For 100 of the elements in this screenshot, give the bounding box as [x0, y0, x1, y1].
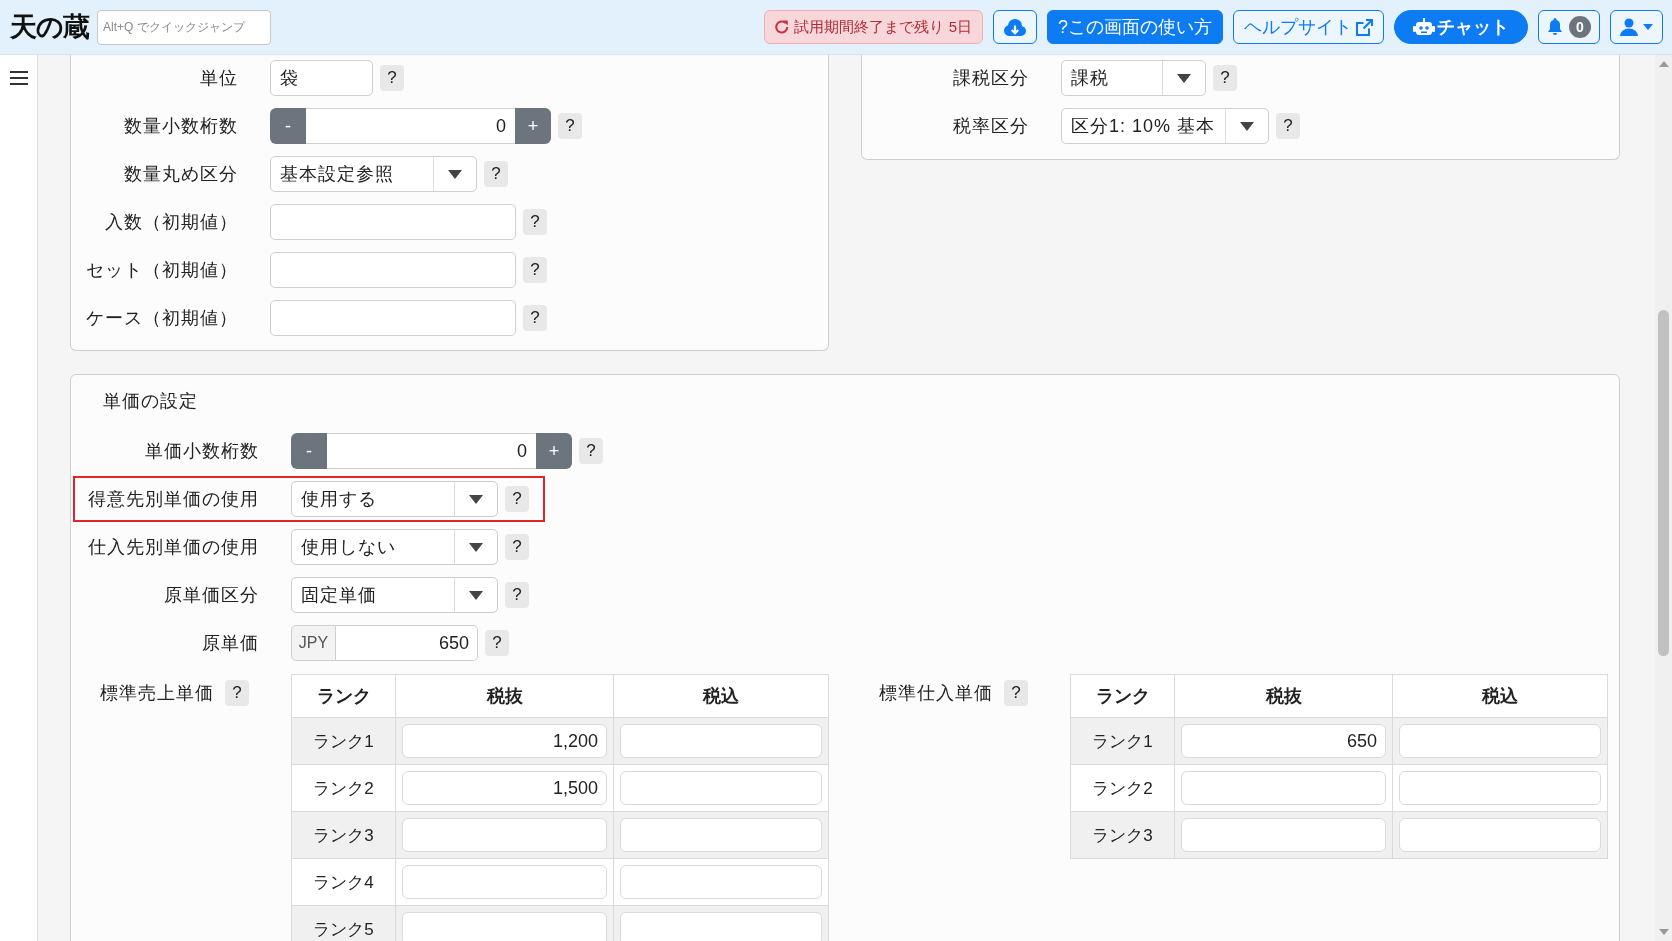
download-button[interactable]: [993, 10, 1037, 44]
caret-icon: [448, 169, 462, 179]
price-input[interactable]: [620, 865, 822, 899]
guide-button[interactable]: ?この画面の使い方: [1047, 10, 1223, 44]
menu-icon[interactable]: [9, 71, 28, 85]
increment-button[interactable]: +: [536, 433, 572, 469]
column-header: 税込: [1392, 674, 1608, 718]
price-input[interactable]: 1,500: [402, 771, 607, 805]
caret-icon: [1240, 121, 1254, 131]
logo: 天の蔵: [10, 10, 89, 44]
price-input[interactable]: 1,200: [402, 724, 607, 758]
account-button[interactable]: [1610, 10, 1663, 44]
user-icon: [1620, 18, 1638, 36]
decrement-button[interactable]: -: [270, 108, 306, 144]
table-cell: ランク4: [291, 858, 396, 906]
table-cell: ランク2: [1070, 764, 1175, 812]
decrement-button[interactable]: -: [291, 433, 327, 469]
help-button[interactable]: ?: [505, 534, 529, 560]
select-field[interactable]: 基本設定参照: [270, 156, 477, 192]
field-label: 税率区分: [952, 115, 1029, 138]
help-button[interactable]: ?: [1276, 113, 1300, 139]
table-cell: ランク3: [291, 811, 396, 859]
help-button[interactable]: ?: [485, 630, 509, 656]
field-label: 数量丸め区分: [123, 163, 238, 186]
field-label: 単価小数桁数: [144, 440, 259, 463]
table-cell: ランク2: [291, 764, 396, 812]
price-input[interactable]: [1181, 771, 1386, 805]
scroll-down-icon[interactable]: [1658, 929, 1669, 935]
help-button[interactable]: ?: [579, 438, 603, 464]
price-input[interactable]: [402, 818, 607, 852]
help-button[interactable]: ?: [1213, 65, 1237, 91]
price-input[interactable]: [1399, 771, 1601, 805]
notification-count: 0: [1569, 16, 1591, 38]
help-button[interactable]: ?: [225, 680, 249, 706]
field-label: ケース（初期値）: [85, 307, 238, 330]
price-input[interactable]: [1399, 818, 1601, 852]
select-field[interactable]: 区分1: 10% 基本: [1061, 108, 1269, 144]
select-field[interactable]: 課税: [1061, 60, 1206, 96]
notifications-button[interactable]: 0: [1538, 10, 1600, 44]
trial-notice-text: 試用期間終了まで残り 5日: [794, 17, 972, 37]
table-cell: ランク1: [291, 717, 396, 765]
cloud-download-icon: [1004, 18, 1026, 36]
price-input[interactable]: [1181, 818, 1386, 852]
field-label: 単位: [199, 67, 238, 90]
caret-icon: [469, 542, 483, 552]
help-button[interactable]: ?: [505, 582, 529, 608]
price-input[interactable]: [620, 771, 822, 805]
column-header: ランク: [1070, 674, 1175, 718]
chat-button[interactable]: チャット: [1394, 10, 1528, 44]
external-link-icon: [1356, 18, 1373, 36]
number-field[interactable]: 0: [306, 108, 515, 144]
help-button[interactable]: ?: [558, 113, 582, 139]
number-field[interactable]: 0: [327, 433, 536, 469]
text-field[interactable]: [270, 204, 516, 240]
field-label: セット（初期値）: [85, 259, 238, 282]
help-button[interactable]: ?: [484, 161, 508, 187]
price-input[interactable]: [620, 912, 822, 941]
help-button[interactable]: ?: [523, 209, 547, 235]
select-field[interactable]: 固定単価: [291, 577, 498, 613]
select-field[interactable]: 使用しない: [291, 529, 498, 565]
caret-icon: [469, 494, 483, 504]
search-field[interactable]: Alt+Q でクイックジャンプ: [97, 9, 271, 45]
column-header: 税抜: [395, 674, 614, 718]
increment-button[interactable]: +: [515, 108, 551, 144]
text-field[interactable]: [270, 252, 516, 288]
price-field[interactable]: 650: [336, 625, 478, 661]
column-header: 税抜: [1174, 674, 1393, 718]
field-label: 原単価区分: [163, 584, 259, 607]
help-button[interactable]: ?: [380, 65, 404, 91]
price-input[interactable]: [620, 724, 822, 758]
table-cell: ランク1: [1070, 717, 1175, 765]
field-label: 課税区分: [952, 67, 1029, 90]
field-label: 数量小数桁数: [123, 115, 238, 138]
text-field[interactable]: [270, 300, 516, 336]
price-input[interactable]: [1399, 724, 1601, 758]
scroll-up-icon[interactable]: [1658, 61, 1669, 67]
help-button[interactable]: ?: [1004, 680, 1028, 706]
field-label: 入数（初期値）: [104, 211, 238, 234]
scrollbar-thumb[interactable]: [1658, 310, 1669, 656]
field-label: 得意先別単価の使用: [87, 488, 259, 511]
help-site-button[interactable]: ヘルプサイト: [1233, 10, 1384, 44]
section-title: 単価の設定: [102, 390, 199, 413]
price-input[interactable]: [402, 912, 607, 941]
robot-icon: [1413, 18, 1435, 36]
bell-icon: [1547, 18, 1563, 36]
help-button[interactable]: ?: [505, 486, 529, 512]
text-field[interactable]: 袋: [270, 60, 373, 96]
caret-icon: [1643, 24, 1653, 30]
field-label: 仕入先別単価の使用: [87, 536, 259, 559]
column-header: 税込: [613, 674, 829, 718]
help-button[interactable]: ?: [523, 305, 547, 331]
price-input[interactable]: 650: [1181, 724, 1386, 758]
price-input[interactable]: [620, 818, 822, 852]
field-label: 標準売上単価: [100, 682, 214, 705]
currency-label: JPY: [291, 625, 336, 661]
price-input[interactable]: [402, 865, 607, 899]
caret-icon: [1177, 73, 1191, 83]
help-button[interactable]: ?: [523, 257, 547, 283]
select-field[interactable]: 使用する: [291, 481, 498, 517]
table-cell: ランク5: [291, 905, 396, 941]
